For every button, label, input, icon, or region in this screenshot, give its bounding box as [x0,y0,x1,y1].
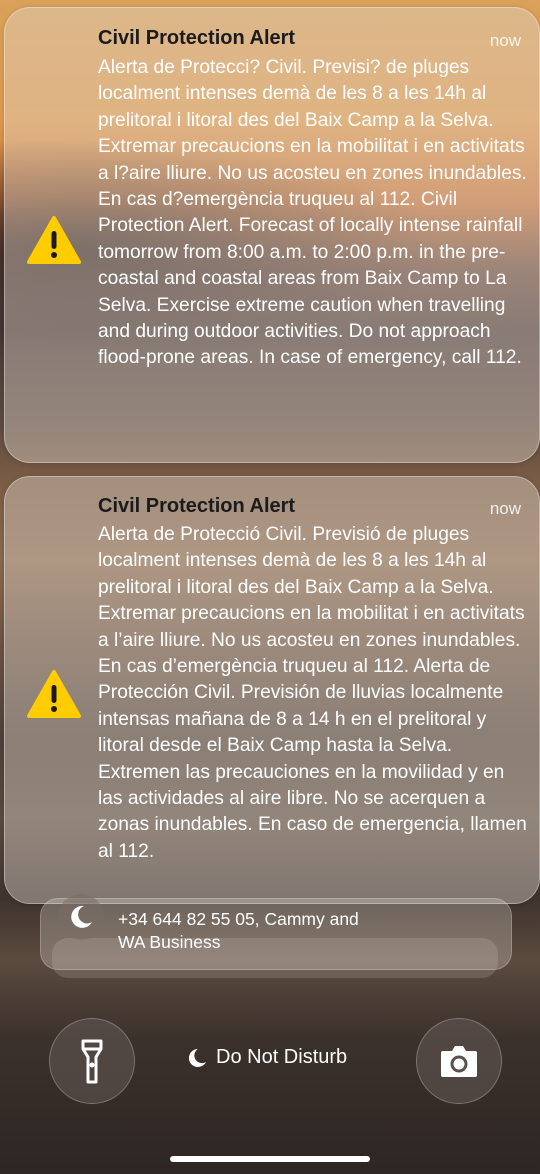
warning-icon [27,669,81,719]
moon-icon [188,1048,206,1067]
warning-icon [27,215,81,265]
home-indicator[interactable] [170,1156,370,1162]
notification-body: Alerta de Protecció Civil. Previsió de p… [98,524,527,862]
flashlight-icon [81,1039,103,1084]
notification-title: Civil Protection Alert [98,27,296,49]
notification-body: Alerta de Protecci? Civil. Previsi? de p… [98,57,527,369]
notification-civil-protection-1[interactable]: Civil Protection Alert now Alerta de Pro… [4,7,540,463]
notification-time: now [489,31,521,50]
focus-mode-indicator[interactable]: Do Not Disturb [186,1046,347,1069]
focus-moon-icon [58,894,104,940]
notification-title: Civil Protection Alert [98,495,296,517]
flashlight-button[interactable] [49,1018,135,1104]
camera-button[interactable] [416,1018,502,1104]
focus-mode-label: Do Not Disturb [216,1046,348,1068]
stacked-notification-text: +34 644 82 55 05, Cammy and WA Business [118,908,359,954]
notification-time: now [489,499,521,518]
notification-civil-protection-2[interactable]: Civil Protection Alert now Alerta de Pro… [4,476,540,904]
camera-icon [441,1046,477,1077]
stacked-notification-line2: WA Business [118,932,221,952]
stacked-notification-line1: +34 644 82 55 05, Cammy and [118,909,359,929]
